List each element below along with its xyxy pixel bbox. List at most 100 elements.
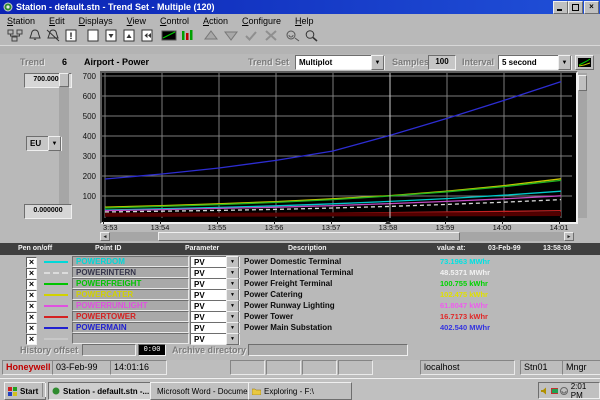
samples-field[interactable]: 100 xyxy=(428,55,456,70)
col-parameter: Parameter xyxy=(185,245,219,252)
vertical-scrollbar-thumb[interactable] xyxy=(59,73,69,87)
pen-value-at-cursor: 61.8047 kWhr xyxy=(440,301,488,310)
scrollbar-left-arrow[interactable]: ◄ xyxy=(100,232,110,241)
chevron-down-icon[interactable]: ▼ xyxy=(48,136,61,151)
pen-color-sample xyxy=(44,316,68,318)
menu-help[interactable]: Help xyxy=(288,16,321,26)
parameter-value: PV xyxy=(191,324,226,333)
y-axis-tick-label: 300 xyxy=(83,152,96,161)
taskbar-task-station[interactable]: Station - default.stn -... xyxy=(48,382,154,400)
display-up-icon[interactable] xyxy=(120,28,138,43)
network-icon[interactable] xyxy=(6,28,24,43)
display-page-icon[interactable] xyxy=(84,28,102,43)
alarm-bell-icon[interactable] xyxy=(26,28,44,43)
pen-table-row: ×POWERFREIGHTPV▼Power Freight Terminal10… xyxy=(0,278,600,289)
chevron-down-icon[interactable]: ▼ xyxy=(371,55,384,70)
time-scrollbar-thumb[interactable] xyxy=(158,232,460,241)
raise-icon[interactable] xyxy=(202,28,220,43)
cursor-date: 03-Feb-99 xyxy=(488,245,521,252)
taskbar-task-explorer[interactable]: Exploring - F:\ xyxy=(248,382,352,400)
chevron-down-icon[interactable]: ▼ xyxy=(226,333,239,345)
minimize-button[interactable] xyxy=(553,1,568,14)
alarm-silence-icon[interactable] xyxy=(44,28,62,43)
menu-displays[interactable]: Displays xyxy=(72,16,120,26)
cursor-position-marker[interactable] xyxy=(385,221,391,224)
time-scrollbar[interactable]: ◄ ► xyxy=(100,232,574,241)
status-host: localhost xyxy=(420,360,515,375)
menu-view[interactable]: View xyxy=(120,16,153,26)
pen-value-at-cursor: 402.540 MWhr xyxy=(440,323,490,332)
point-id-field[interactable]: POWERRUNLIGHT xyxy=(72,300,189,311)
menu-action[interactable]: Action xyxy=(196,16,235,26)
display-back-icon[interactable] xyxy=(138,28,156,43)
tray-station-icon[interactable] xyxy=(551,387,559,395)
plot-type-dropdown[interactable]: Multiplot ▼ xyxy=(295,55,385,70)
speaker-icon[interactable] xyxy=(541,387,549,395)
menu-station[interactable]: Station xyxy=(0,16,42,26)
start-button[interactable]: Start xyxy=(4,382,46,400)
eu-dropdown[interactable]: EU ▼ xyxy=(26,136,62,151)
group-display-icon[interactable] xyxy=(178,28,196,43)
archive-directory-label: Archive directory xyxy=(172,345,246,355)
trend-plot[interactable] xyxy=(100,71,578,224)
pen-value-at-cursor: 48.5371 MWhr xyxy=(440,268,490,277)
pen-color-sample xyxy=(44,283,68,285)
plot-right-scrollbar[interactable] xyxy=(578,73,587,218)
tray-ack-icon[interactable] xyxy=(560,387,568,395)
point-id-field[interactable]: POWERTOWER xyxy=(72,311,189,322)
ack-stamp-icon[interactable] xyxy=(284,28,302,43)
maximize-button[interactable] xyxy=(568,1,583,14)
close-button[interactable]: × xyxy=(584,1,599,14)
trend-set-icon xyxy=(578,58,591,67)
chevron-down-icon[interactable]: ▼ xyxy=(558,55,571,70)
range-min-field[interactable]: 0.000000 xyxy=(24,204,72,219)
lower-icon[interactable] xyxy=(222,28,240,43)
interval-label: Interval xyxy=(462,57,494,67)
point-id-field[interactable] xyxy=(72,333,189,344)
folder-icon xyxy=(252,387,261,395)
status-cell-empty xyxy=(266,360,301,375)
history-offset-input[interactable] xyxy=(82,344,136,356)
tray-clock: 2:01 PM xyxy=(571,382,599,400)
interval-dropdown[interactable]: 5 second ▼ xyxy=(498,55,572,70)
plot-type-value: Multiplot xyxy=(296,58,371,67)
accept-icon[interactable] xyxy=(242,28,260,43)
scrollbar-right-arrow[interactable]: ► xyxy=(564,232,574,241)
trend-display-icon[interactable] xyxy=(160,28,178,43)
y-axis-tick-label: 200 xyxy=(83,172,96,181)
plot-right-scrollbar-thumb[interactable] xyxy=(578,75,587,91)
pen-table-row: ×POWERMAINPV▼Power Main Substation402.54… xyxy=(0,322,600,333)
toolbar-separator xyxy=(0,45,600,54)
trend-number: 6 xyxy=(62,57,67,67)
taskbar-task-word[interactable]: W Microsoft Word - Document5 xyxy=(150,382,252,400)
y-axis-tick-label: 700 xyxy=(83,72,96,81)
status-cell-empty xyxy=(338,360,373,375)
point-id-field[interactable]: POWERFREIGHT xyxy=(72,278,189,289)
pen-description: Power Runway Lighting xyxy=(244,301,335,310)
y-axis-tick-label: 600 xyxy=(83,92,96,101)
system-tray: 2:01 PM xyxy=(538,382,600,399)
status-cell-empty xyxy=(230,360,265,375)
point-id-field[interactable]: POWERINTERN xyxy=(72,267,189,278)
task-label: Station - default.stn -... xyxy=(63,387,149,396)
pen-color-sample xyxy=(44,261,68,263)
pen-color-sample xyxy=(44,272,68,274)
archive-directory-input[interactable] xyxy=(248,344,408,356)
start-label: Start xyxy=(20,387,38,396)
display-down-icon[interactable] xyxy=(102,28,120,43)
alert-page-icon[interactable]: ! xyxy=(62,28,80,43)
trend-set-button[interactable] xyxy=(575,55,594,70)
point-id-field[interactable]: POWERDOM xyxy=(72,256,189,267)
point-id-field[interactable]: POWERCATER xyxy=(72,289,189,300)
pen-description: Power Freight Terminal xyxy=(244,279,332,288)
parameter-dropdown[interactable]: PV▼ xyxy=(190,333,240,345)
menu-control[interactable]: Control xyxy=(153,16,196,26)
menu-edit[interactable]: Edit xyxy=(42,16,72,26)
zoom-icon[interactable] xyxy=(302,28,320,43)
pen-color-sample xyxy=(44,294,68,296)
cancel-icon[interactable] xyxy=(262,28,280,43)
pen-onoff-checkbox[interactable]: × xyxy=(26,334,37,345)
y-axis-tick-label: 400 xyxy=(83,132,96,141)
point-id-field[interactable]: POWERMAIN xyxy=(72,322,189,333)
menu-configure[interactable]: Configure xyxy=(235,16,288,26)
